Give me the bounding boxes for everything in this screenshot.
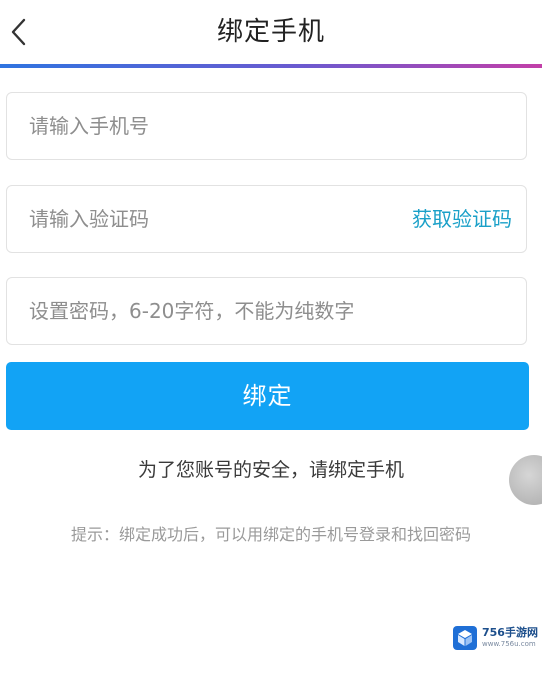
hint-text: 提示：绑定成功后，可以用绑定的手机号登录和找回密码 bbox=[70, 525, 471, 544]
password-field bbox=[6, 277, 527, 345]
phone-field bbox=[6, 92, 527, 160]
security-notice: 为了您账号的安全，请绑定手机 bbox=[137, 459, 404, 481]
cube-logo-icon bbox=[453, 626, 477, 650]
watermark-url: www.756u.com bbox=[482, 640, 536, 648]
top-bar: 绑定手机 bbox=[0, 0, 542, 64]
password-input[interactable] bbox=[29, 278, 509, 344]
phone-input[interactable] bbox=[29, 93, 499, 159]
page-title: 绑定手机 bbox=[216, 17, 325, 47]
get-code-button[interactable]: 获取验证码 bbox=[412, 186, 512, 252]
verification-code-input[interactable] bbox=[29, 186, 359, 252]
header-gradient-divider bbox=[0, 64, 542, 68]
code-field: 获取验证码 bbox=[6, 185, 527, 253]
watermark-name: 756手游网 bbox=[482, 626, 538, 639]
bind-button[interactable]: 绑定 bbox=[6, 362, 529, 430]
watermark-logo: 756手游网 www.756u.com bbox=[452, 623, 538, 653]
